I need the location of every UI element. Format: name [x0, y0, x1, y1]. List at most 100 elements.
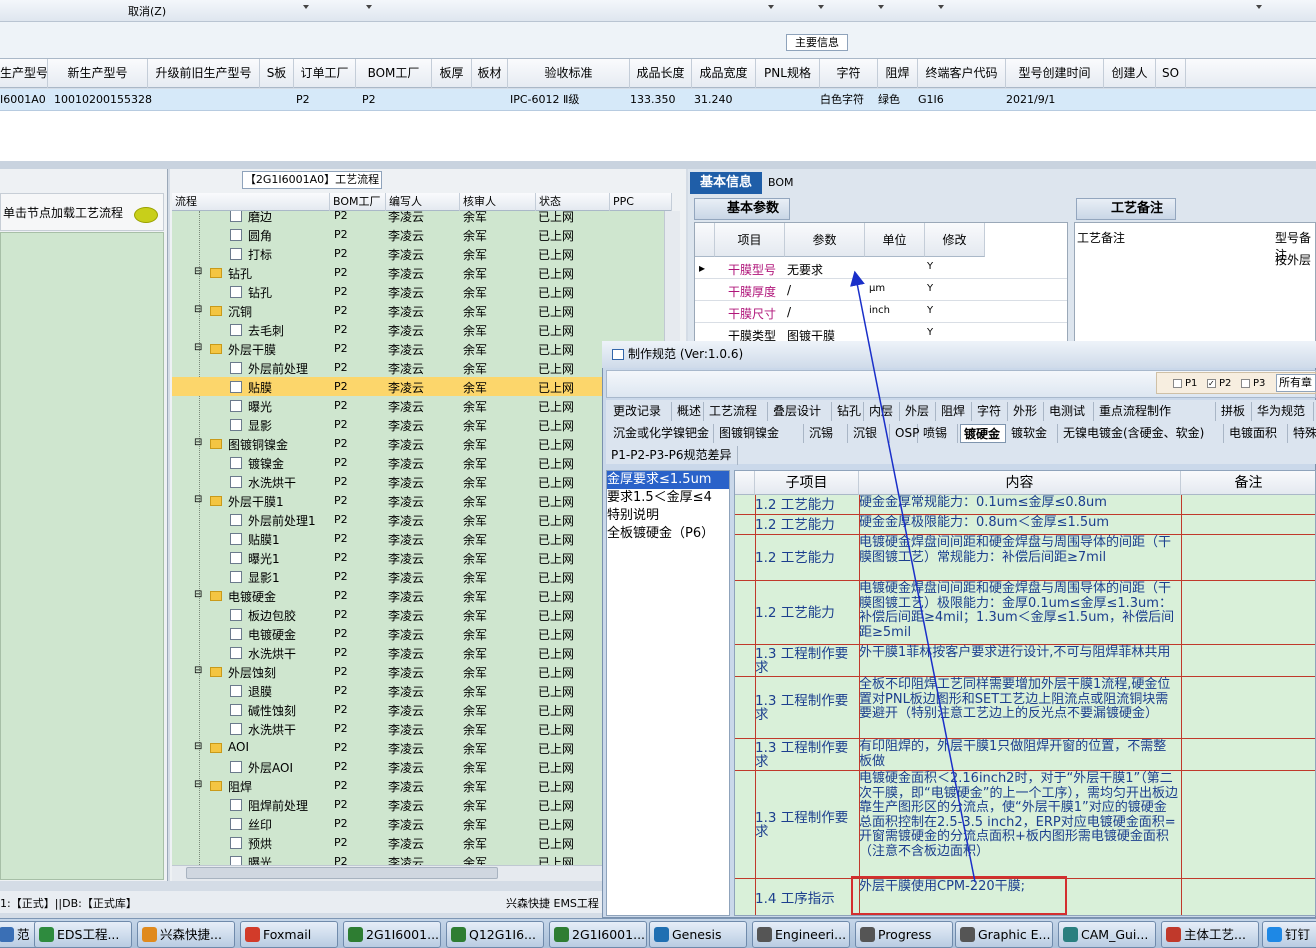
taskbar-button[interactable]: Graphic E...: [955, 921, 1053, 948]
chapter-tab[interactable]: 阻焊: [938, 402, 972, 421]
tree-row[interactable]: 退膜 P2 李凌云 余军 已上网: [172, 681, 664, 700]
tree-row[interactable]: 板边包胶 P2 李凌云 余军 已上网: [172, 605, 664, 624]
column-header[interactable]: 项目: [715, 223, 785, 257]
chapter-tab[interactable]: 喷锡: [920, 424, 958, 443]
tree-row[interactable]: 水洗烘干 P2 李凌云 余军 已上网: [172, 472, 664, 491]
taskbar-button[interactable]: Q12G1I6...: [446, 921, 544, 948]
collapse-icon[interactable]: ⊟: [194, 665, 202, 676]
column-header[interactable]: 成品长度: [630, 59, 692, 88]
tree-row[interactable]: 预烘 P2 李凌云 余军 已上网: [172, 833, 664, 852]
column-header[interactable]: 核审人: [460, 193, 536, 211]
chapter-tab[interactable]: 镀硬金: [960, 424, 1006, 443]
chapter-tab[interactable]: 拼板: [1218, 402, 1252, 421]
tree-row[interactable]: 曝光 P2 李凌云 余军 已上网: [172, 396, 664, 415]
column-header[interactable]: 新生产型号: [48, 59, 148, 88]
dropdown-arrow-icon[interactable]: [818, 5, 824, 9]
taskbar-button[interactable]: Engineeri...: [752, 921, 850, 948]
cancel-menu[interactable]: 取消(Z): [128, 3, 166, 19]
tree-row[interactable]: 显影1 P2 李凌云 余军 已上网: [172, 567, 664, 586]
param-row[interactable]: ▸ 干膜型号 无要求 Y: [695, 257, 1067, 279]
tree-row[interactable]: 贴膜1 P2 李凌云 余军 已上网: [172, 529, 664, 548]
column-header[interactable]: 状态: [536, 193, 610, 211]
product-grid-row[interactable]: I6001A0 10010200155328 P2 P2 IPC-6012 Ⅱ级 133.…: [0, 89, 1316, 111]
column-header[interactable]: 生产型号: [0, 59, 48, 88]
column-header[interactable]: 型号创建时间: [1006, 59, 1104, 88]
tree-row[interactable]: 外层前处理1 P2 李凌云 余军 已上网: [172, 510, 664, 529]
chapter-tab[interactable]: 重点流程制作: [1096, 402, 1216, 421]
chapter-tab[interactable]: 无镍电镀金(含硬金、软金): [1060, 424, 1224, 443]
params-grid[interactable]: 项目 参数 单位 修改 ▸ 干膜型号 无要求 Y 干膜厚度 / μm Y 干膜尺寸 / inch Y 干膜类型图…: [694, 222, 1068, 345]
column-header[interactable]: SO: [1156, 59, 1186, 88]
column-header[interactable]: 内容: [859, 471, 1181, 495]
chapter-tab[interactable]: 内层: [866, 402, 900, 421]
tab-process-notes[interactable]: 工艺备注: [1076, 198, 1176, 220]
column-header[interactable]: 备注: [1181, 471, 1315, 495]
collapse-icon[interactable]: ⊟: [194, 741, 202, 752]
dropdown-arrow-icon[interactable]: [938, 5, 944, 9]
chat-bubble-icon[interactable]: [134, 207, 158, 223]
spec-row[interactable]: 1.3 工程制作要求 有印阻焊的，外层干膜1只做阻焊开窗的位置，不需整板做: [735, 739, 1315, 771]
tree-row[interactable]: ⊟ 外层蚀刻 P2 李凌云 余军 已上网: [172, 662, 664, 681]
collapse-icon[interactable]: ⊟: [194, 437, 202, 448]
tree-row[interactable]: 磨边 P2 李凌云 余军 已上网: [172, 211, 664, 225]
collapse-icon[interactable]: ⊟: [194, 342, 202, 353]
column-header[interactable]: PNL规格: [756, 59, 820, 88]
column-header[interactable]: BOM工厂: [330, 193, 386, 211]
column-header[interactable]: 验收标准: [508, 59, 630, 88]
column-header[interactable]: 阻焊: [878, 59, 918, 88]
chapter-tab[interactable]: 电测试: [1046, 402, 1094, 421]
taskbar-button[interactable]: 2G1I6001...: [343, 921, 441, 948]
chapter-tab[interactable]: 沉锡: [806, 424, 848, 443]
tree-row[interactable]: 外层前处理 P2 李凌云 余军 已上网: [172, 358, 664, 377]
taskbar-button[interactable]: EDS工程...: [34, 921, 132, 948]
spec-list-item[interactable]: 金厚要求≤1.5um: [607, 471, 729, 489]
tree-row[interactable]: 水洗烘干 P2 李凌云 余军 已上网: [172, 643, 664, 662]
taskbar-button[interactable]: Foxmail: [240, 921, 338, 948]
column-header[interactable]: 成品宽度: [692, 59, 756, 88]
column-header[interactable]: 流程: [172, 193, 330, 211]
column-header[interactable]: 终端客户代码: [918, 59, 1006, 88]
chapter-tab[interactable]: 外形: [1010, 402, 1044, 421]
dropdown-arrow-icon[interactable]: [878, 5, 884, 9]
column-header[interactable]: 修改: [925, 223, 985, 257]
panel-splitter[interactable]: [0, 161, 1316, 169]
tab-basic-info[interactable]: 基本信息: [690, 172, 762, 194]
tree-row[interactable]: ⊟ 外层干膜1 P2 李凌云 余军 已上网: [172, 491, 664, 510]
tree-row[interactable]: 圆角 P2 李凌云 余军 已上网: [172, 225, 664, 244]
chapter-tab[interactable]: 镀软金: [1008, 424, 1058, 443]
tree-row[interactable]: 阻焊前处理 P2 李凌云 余军 已上网: [172, 795, 664, 814]
column-header[interactable]: 子项目: [755, 471, 859, 495]
spec-row[interactable]: 1.2 工艺能力 电镀硬金焊盘间间距和硬金焊盘与周围导体的间距（干膜图镀工艺）极限…: [735, 581, 1315, 645]
left-nav-tree[interactable]: [0, 232, 164, 880]
spec-row[interactable]: 1.3 工程制作要求 电镀硬金面积＜2.16inch2时，对于“外层干膜1”（第二…: [735, 771, 1315, 879]
spec-row[interactable]: 1.3 工程制作要求 外干膜1菲林按客户要求进行设计,不可与阻焊菲林共用: [735, 645, 1315, 677]
dropdown-arrow-icon[interactable]: [1256, 5, 1262, 9]
column-header[interactable]: 创建人: [1104, 59, 1156, 88]
tab-bom[interactable]: BOM: [764, 172, 804, 194]
collapse-icon[interactable]: ⊟: [194, 779, 202, 790]
spec-row[interactable]: 1.3 工程制作要求 全板不印阻焊工艺同样需要增加外层干膜1流程,硬金位置对PNL…: [735, 677, 1315, 739]
tree-row[interactable]: ⊟ 图镀铜镍金 P2 李凌云 余军 已上网: [172, 434, 664, 453]
chapter-tab[interactable]: 工艺流程: [706, 402, 768, 421]
notes-grid[interactable]: 工艺备注 型号备注 按外层: [1074, 222, 1316, 344]
tree-row[interactable]: 打标 P2 李凌云 余军 已上网: [172, 244, 664, 263]
taskbar-button[interactable]: 主体工艺...: [1161, 921, 1259, 948]
tree-row[interactable]: ⊟ 电镀硬金 P2 李凌云 余军 已上网: [172, 586, 664, 605]
tree-row[interactable]: ⊟ 外层干膜 P2 李凌云 余军 已上网: [172, 339, 664, 358]
dropdown-arrow-icon[interactable]: [303, 5, 309, 9]
scrollbar-thumb[interactable]: [186, 867, 498, 879]
column-header[interactable]: BOM工厂: [356, 59, 432, 88]
tab-basic-params[interactable]: 基本参数: [694, 198, 790, 220]
chapter-tab[interactable]: 钻孔: [834, 402, 864, 421]
column-header[interactable]: 单位: [865, 223, 925, 257]
tree-row[interactable]: 丝印 P2 李凌云 余军 已上网: [172, 814, 664, 833]
tree-row[interactable]: 电镀硬金 P2 李凌云 余军 已上网: [172, 624, 664, 643]
column-header[interactable]: S板: [260, 59, 294, 88]
column-header[interactable]: PPC: [610, 193, 672, 211]
taskbar-button[interactable]: Genesis: [649, 921, 747, 948]
spec-row[interactable]: 1.2 工艺能力 电镀硬金焊盘间间距和硬金焊盘与周围导体的间距（干膜图镀工艺）常规…: [735, 535, 1315, 581]
taskbar-button[interactable]: 兴森快捷...: [137, 921, 235, 948]
column-header[interactable]: 升级前旧生产型号: [148, 59, 260, 88]
chapter-tab[interactable]: 外层: [902, 402, 936, 421]
column-header[interactable]: 编写人: [386, 193, 460, 211]
